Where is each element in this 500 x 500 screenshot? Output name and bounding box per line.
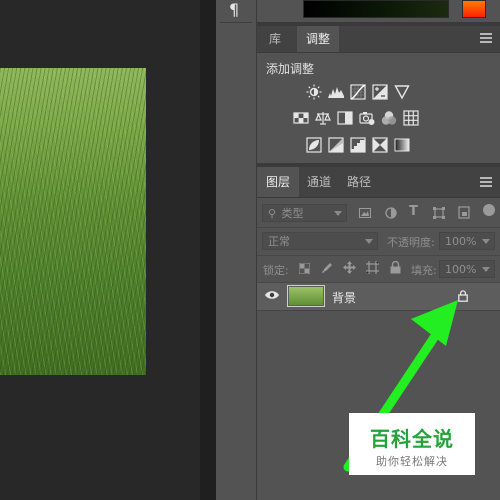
layer-row-background[interactable]: 背景 xyxy=(257,283,500,311)
watermark-title: 百科全说 xyxy=(370,427,454,451)
tab-libraries[interactable]: 库 xyxy=(257,26,293,52)
hue-saturation-icon[interactable] xyxy=(292,109,310,127)
layer-filter-row: ⚲ 类型 T xyxy=(257,202,500,226)
type-filter-icon[interactable]: T xyxy=(409,204,418,219)
separator xyxy=(257,255,500,256)
filter-type-label: 类型 xyxy=(281,207,304,220)
lock-transparent-icon[interactable] xyxy=(299,263,310,274)
tab-adjustments[interactable]: 调整 xyxy=(297,26,339,52)
threshold-icon[interactable] xyxy=(349,136,367,154)
gradient-map-icon[interactable] xyxy=(393,136,411,154)
selective-color-icon[interactable] xyxy=(371,136,389,154)
adjustments-row-2 xyxy=(292,109,420,127)
opacity-label: 不透明度: xyxy=(387,236,435,249)
color-panel xyxy=(257,0,500,22)
layer-filter-select[interactable]: ⚲ 类型 xyxy=(262,204,347,222)
lock-label: 锁定: xyxy=(263,264,289,277)
collapsed-panel-dock: ¶ xyxy=(216,0,257,500)
posterize-icon[interactable] xyxy=(327,136,345,154)
color-lookup-icon[interactable] xyxy=(402,109,420,127)
lock-position-icon[interactable] xyxy=(343,261,356,274)
tab-channels[interactable]: 通道 xyxy=(299,167,339,197)
filter-toggle[interactable] xyxy=(483,204,495,216)
layers-tabbar: 图层 通道 路径 xyxy=(257,167,500,198)
fill-value: 100% xyxy=(445,263,477,276)
shape-filter-icon[interactable] xyxy=(433,207,445,219)
dock-separator xyxy=(220,22,252,23)
opacity-value: 100% xyxy=(445,235,477,248)
channel-mixer-icon[interactable] xyxy=(380,109,398,127)
search-icon: ⚲ xyxy=(268,207,277,220)
fill-label: 填充: xyxy=(411,264,437,277)
layer-thumbnail[interactable] xyxy=(287,285,325,307)
adjustments-row-3 xyxy=(305,136,411,154)
adjustments-row-1 xyxy=(305,83,411,101)
lock-artboard-icon[interactable] xyxy=(366,261,379,274)
adjustments-title: 添加调整 xyxy=(266,62,315,76)
tab-paths[interactable]: 路径 xyxy=(339,167,379,197)
blend-mode-value: 正常 xyxy=(268,235,290,248)
photo-filter-icon[interactable] xyxy=(358,109,376,127)
paragraph-icon[interactable]: ¶ xyxy=(229,0,239,19)
panel-menu-icon[interactable] xyxy=(480,33,492,45)
workspace-divider xyxy=(200,0,216,500)
color-balance-icon[interactable] xyxy=(314,109,332,127)
adjustment-filter-icon[interactable] xyxy=(385,207,397,219)
adjust-tabbar: 库 调整 xyxy=(257,26,500,53)
blend-opacity-row: 正常 不透明度: 100% xyxy=(257,230,500,254)
fill-field[interactable]: 100% xyxy=(439,260,495,278)
color-ramp[interactable] xyxy=(303,0,449,18)
invert-icon[interactable] xyxy=(305,136,323,154)
grass-photo xyxy=(0,68,146,375)
exposure-icon[interactable] xyxy=(371,83,389,101)
lock-image-icon[interactable] xyxy=(321,262,333,274)
opacity-field[interactable]: 100% xyxy=(439,232,495,250)
layer-name[interactable]: 背景 xyxy=(332,289,356,306)
eye-icon[interactable] xyxy=(265,290,279,300)
layer-lock-icon[interactable] xyxy=(458,290,468,302)
smart-object-filter-icon[interactable] xyxy=(458,206,470,219)
levels-icon[interactable] xyxy=(327,83,345,101)
tab-layers[interactable]: 图层 xyxy=(257,167,299,197)
curves-icon[interactable] xyxy=(349,83,367,101)
document-canvas[interactable] xyxy=(0,0,200,500)
black-white-icon[interactable] xyxy=(336,109,354,127)
lock-all-icon[interactable] xyxy=(390,261,401,274)
watermark-logo: 百科全说 助你轻松解决 xyxy=(349,413,475,475)
vibrance-icon[interactable] xyxy=(393,83,411,101)
watermark-subtitle: 助你轻松解决 xyxy=(376,455,448,468)
pixel-filter-icon[interactable] xyxy=(359,208,371,218)
separator xyxy=(257,227,500,228)
brightness-contrast-icon[interactable] xyxy=(305,83,323,101)
lock-fill-row: 锁定: 填充: 100% xyxy=(257,258,500,282)
layers-menu-icon[interactable] xyxy=(480,177,492,189)
gamut-swatch[interactable] xyxy=(462,0,486,18)
blend-mode-select[interactable]: 正常 xyxy=(262,232,378,250)
